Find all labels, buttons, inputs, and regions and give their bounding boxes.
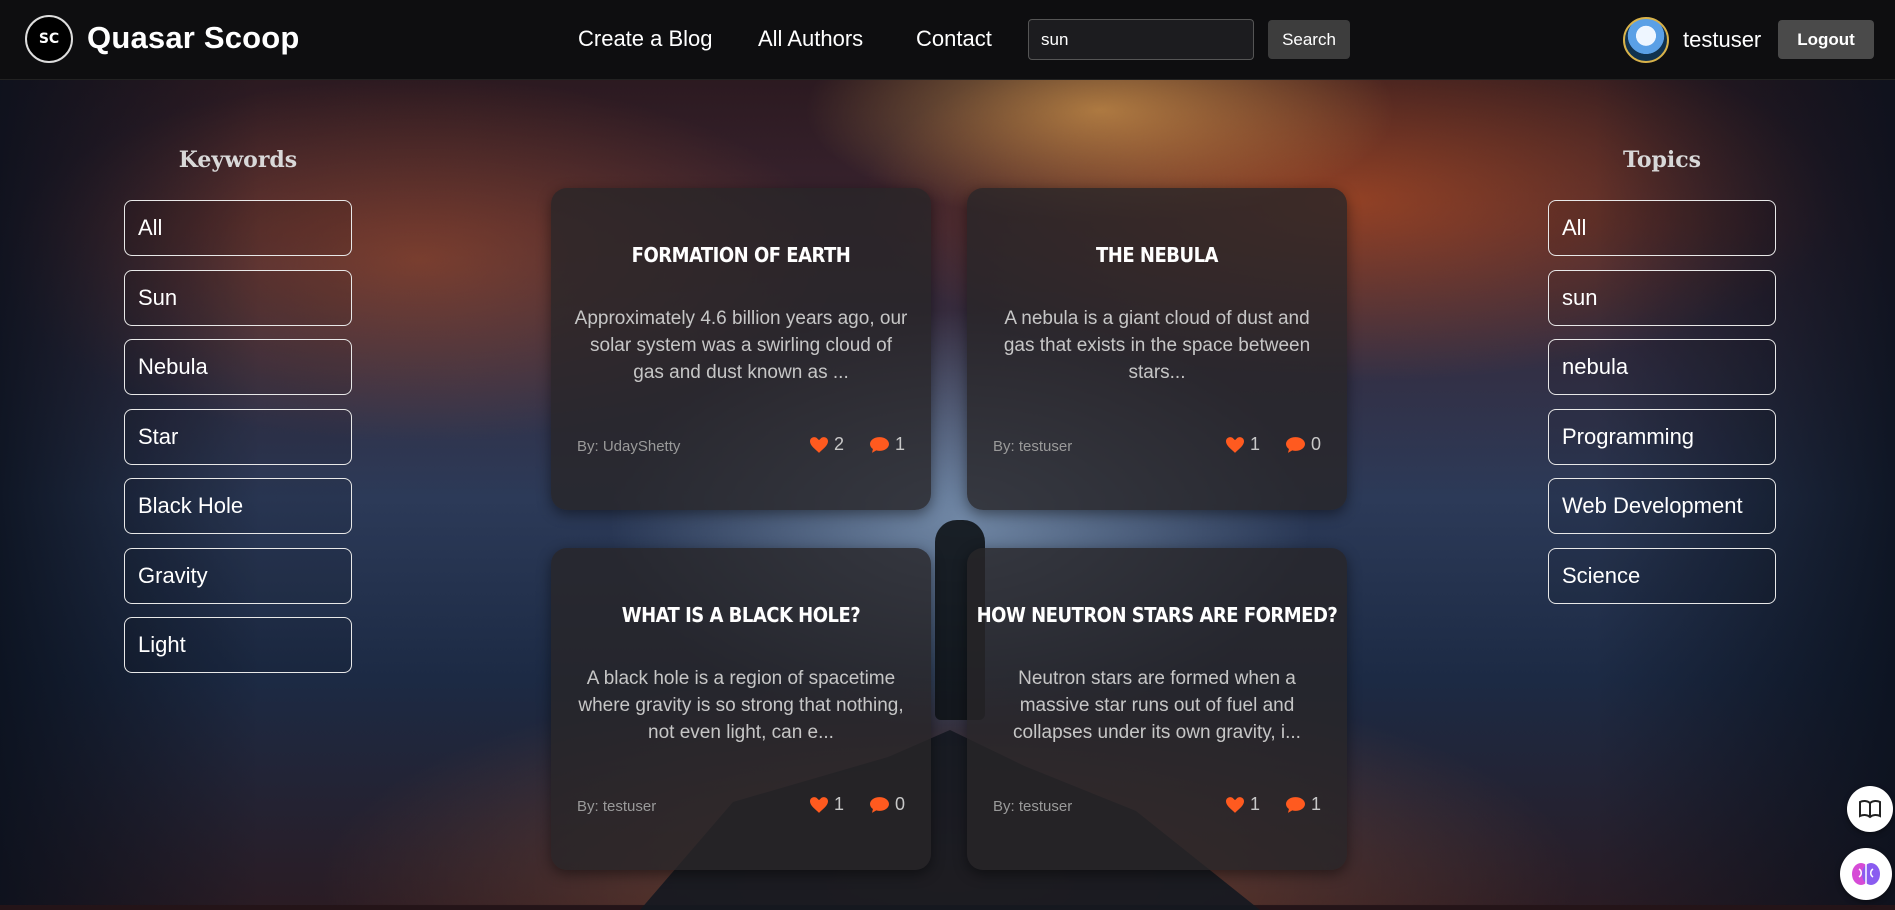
blog-card[interactable]: THE NEBULA A nebula is a giant cloud of …: [967, 188, 1347, 510]
blog-card[interactable]: WHAT IS A BLACK HOLE? A black hole is a …: [551, 548, 931, 870]
card-author: By: testuser: [577, 798, 657, 815]
topic-sun[interactable]: sun: [1548, 270, 1776, 326]
card-stats: 1 0: [809, 794, 905, 815]
topics-title: Topics: [1622, 147, 1702, 173]
card-description: Neutron stars are formed when a massive …: [1013, 668, 1301, 743]
heart-icon[interactable]: [809, 796, 828, 813]
keywords-title: Keywords: [178, 147, 298, 173]
card-title: WHAT IS A BLACK HOLE?: [621, 603, 861, 627]
nav-contact[interactable]: Contact: [916, 26, 992, 52]
search-input[interactable]: [1028, 19, 1254, 60]
like-count: 1: [833, 794, 844, 814]
brand-name[interactable]: Quasar Scoop: [87, 20, 300, 56]
keyword-black-hole[interactable]: Black Hole: [124, 478, 352, 534]
nav-all-authors[interactable]: All Authors: [758, 26, 863, 52]
comment-count: 0: [894, 794, 905, 814]
card-description: Approximately 4.6 billion years ago, our…: [574, 308, 908, 383]
keyword-gravity[interactable]: Gravity: [124, 548, 352, 604]
card-author: By: testuser: [993, 438, 1073, 455]
book-open-icon[interactable]: [1847, 786, 1893, 832]
card-description: A nebula is a giant cloud of dust and ga…: [1003, 308, 1311, 383]
logout-button[interactable]: Logout: [1778, 20, 1874, 59]
like-count: 1: [1249, 434, 1260, 454]
heart-icon[interactable]: [1225, 436, 1244, 453]
comment-icon[interactable]: [1285, 796, 1305, 813]
comment-icon[interactable]: [869, 436, 889, 453]
keyword-star[interactable]: Star: [124, 409, 352, 465]
keyword-all[interactable]: All: [124, 200, 352, 256]
card-stats: 2 1: [809, 434, 905, 455]
search-button[interactable]: Search: [1268, 20, 1350, 59]
username: testuser: [1683, 27, 1762, 52]
card-title: HOW NEUTRON STARS ARE FORMED?: [976, 603, 1338, 627]
topic-nebula[interactable]: nebula: [1548, 339, 1776, 395]
card-stats: 1 0: [1225, 434, 1321, 455]
topic-web-development[interactable]: Web Development: [1548, 478, 1776, 534]
like-count: 1: [1249, 794, 1260, 814]
card-title: THE NEBULA: [1096, 243, 1218, 267]
comment-count: 1: [1310, 794, 1321, 814]
avatar[interactable]: [1623, 17, 1669, 63]
keyword-nebula[interactable]: Nebula: [124, 339, 352, 395]
heart-icon[interactable]: [809, 436, 828, 453]
nav-create-blog[interactable]: Create a Blog: [578, 26, 713, 52]
brain-icon[interactable]: [1840, 848, 1892, 900]
card-stats: 1 1: [1225, 794, 1321, 815]
card-author: By: testuser: [993, 798, 1073, 815]
topic-programming[interactable]: Programming: [1548, 409, 1776, 465]
card-description: A black hole is a region of spacetime wh…: [578, 668, 904, 743]
keyword-light[interactable]: Light: [124, 617, 352, 673]
comment-count: 0: [1310, 434, 1321, 454]
heart-icon[interactable]: [1225, 796, 1244, 813]
topic-all[interactable]: All: [1548, 200, 1776, 256]
comment-icon[interactable]: [1285, 436, 1305, 453]
topic-science[interactable]: Science: [1548, 548, 1776, 604]
card-title: FORMATION OF EARTH: [631, 243, 851, 267]
navbar: SC Quasar Scoop Create a Blog All Author…: [0, 0, 1895, 80]
blog-card[interactable]: HOW NEUTRON STARS ARE FORMED? Neutron st…: [967, 548, 1347, 870]
like-count: 2: [833, 434, 844, 454]
logo-icon[interactable]: SC: [25, 15, 73, 63]
keyword-sun[interactable]: Sun: [124, 270, 352, 326]
blog-card[interactable]: FORMATION OF EARTH Approximately 4.6 bil…: [551, 188, 931, 510]
comment-icon[interactable]: [869, 796, 889, 813]
comment-count: 1: [894, 434, 905, 454]
card-author: By: UdayShetty: [577, 438, 681, 455]
